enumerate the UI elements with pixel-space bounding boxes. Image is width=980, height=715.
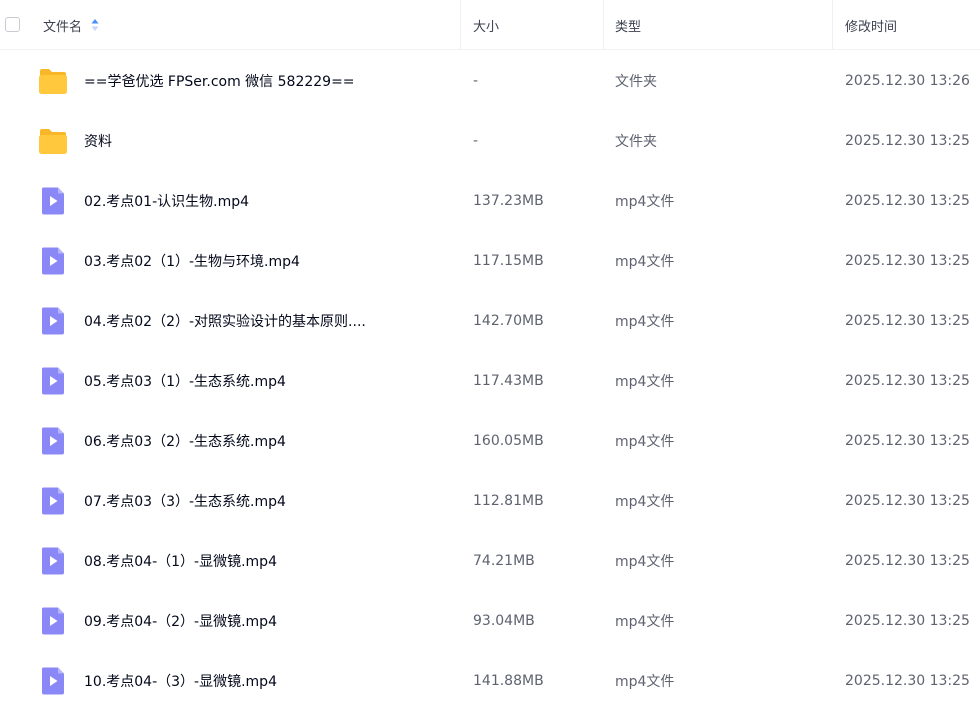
video-file-icon <box>38 427 68 455</box>
table-row[interactable]: 10.考点04-（3）-显微镜.mp4 141.88MB mp4文件 2025.12.… <box>0 651 980 711</box>
file-size: 117.43MB <box>473 373 544 389</box>
column-divider[interactable] <box>832 0 833 50</box>
video-file-icon <box>38 547 68 575</box>
file-type: 文件夹 <box>615 74 657 90</box>
file-name[interactable]: 07.考点03（3）-生态系统.mp4 <box>84 471 286 531</box>
table-row[interactable]: 07.考点03（3）-生态系统.mp4 112.81MB mp4文件 2025.12.… <box>0 471 980 531</box>
file-type: mp4文件 <box>615 494 675 510</box>
table-row[interactable]: 03.考点02（1）-生物与环境.mp4 117.15MB mp4文件 2025.12… <box>0 231 980 291</box>
file-modified-time: 2025.12.30 13:25 <box>845 493 970 509</box>
file-name[interactable]: 资料 <box>84 111 112 171</box>
file-size: - <box>473 73 479 89</box>
file-name[interactable]: 05.考点03（1）-生态系统.mp4 <box>84 351 286 411</box>
file-type: 文件夹 <box>615 134 657 150</box>
file-size: 137.23MB <box>473 193 544 209</box>
column-header-mtime[interactable]: 修改时间 <box>845 0 897 50</box>
column-header-mtime-label: 修改时间 <box>845 19 898 35</box>
column-header-name-label: 文件名 <box>43 19 83 35</box>
file-name[interactable]: 03.考点02（1）-生物与环境.mp4 <box>84 231 300 291</box>
folder-icon <box>38 127 68 155</box>
video-file-icon <box>38 187 68 215</box>
file-type: mp4文件 <box>615 614 675 630</box>
file-size: 160.05MB <box>473 433 544 449</box>
table-row[interactable]: 06.考点03（2）-生态系统.mp4 160.05MB mp4文件 2025.12.… <box>0 411 980 471</box>
column-header-size[interactable]: 大小 <box>473 0 499 50</box>
file-modified-time: 2025.12.30 13:25 <box>845 613 970 629</box>
file-name[interactable]: 06.考点03（2）-生态系统.mp4 <box>84 411 286 471</box>
file-type: mp4文件 <box>615 314 675 330</box>
file-size: - <box>473 133 479 149</box>
file-name[interactable]: 02.考点01-认识生物.mp4 <box>84 171 249 231</box>
sort-ascending-icon[interactable] <box>91 18 99 32</box>
video-file-icon <box>38 487 68 515</box>
table-row[interactable]: 09.考点04-（2）-显微镜.mp4 93.04MB mp4文件 2025.12.3… <box>0 591 980 651</box>
video-file-icon <box>38 667 68 695</box>
file-modified-time: 2025.12.30 13:25 <box>845 673 970 689</box>
file-type: mp4文件 <box>615 194 675 210</box>
file-name[interactable]: 08.考点04-（1）-显微镜.mp4 <box>84 531 277 591</box>
file-name[interactable]: 09.考点04-（2）-显微镜.mp4 <box>84 591 277 651</box>
file-modified-time: 2025.12.30 13:25 <box>845 553 970 569</box>
column-header-type-label: 类型 <box>615 19 642 35</box>
table-row[interactable]: 04.考点02（2）-对照实验设计的基本原则.... 142.70MB mp4文件 2… <box>0 291 980 351</box>
file-modified-time: 2025.12.30 13:25 <box>845 253 970 269</box>
table-row[interactable]: 02.考点01-认识生物.mp4 137.23MB mp4文件 2025.12.30 … <box>0 171 980 231</box>
file-modified-time: 2025.12.30 13:25 <box>845 373 970 389</box>
file-name[interactable]: 04.考点02（2）-对照实验设计的基本原则.... <box>84 291 366 351</box>
column-header-type[interactable]: 类型 <box>615 0 641 50</box>
file-list-header: 文件名 大小 类型 修改时间 <box>0 0 980 50</box>
video-file-icon <box>38 247 68 275</box>
file-size: 93.04MB <box>473 613 535 629</box>
column-header-name[interactable]: 文件名 <box>43 0 99 50</box>
table-row[interactable]: 资料 - 文件夹 2025.12.30 13:25 <box>0 111 980 171</box>
file-type: mp4文件 <box>615 554 675 570</box>
column-header-size-label: 大小 <box>473 19 500 35</box>
video-file-icon <box>38 367 68 395</box>
file-list: 文件名 大小 类型 修改时间 ==学爸优选 FPSer.com 微信 58222… <box>0 0 980 715</box>
video-file-icon <box>38 607 68 635</box>
select-all-checkbox[interactable] <box>5 17 20 32</box>
file-modified-time: 2025.12.30 13:25 <box>845 193 970 209</box>
file-type: mp4文件 <box>615 434 675 450</box>
file-size: 112.81MB <box>473 493 544 509</box>
table-row[interactable]: ==学爸优选 FPSer.com 微信 582229== - 文件夹 2025.12.… <box>0 51 980 111</box>
file-modified-time: 2025.12.30 13:25 <box>845 313 970 329</box>
file-modified-time: 2025.12.30 13:25 <box>845 433 970 449</box>
file-size: 117.15MB <box>473 253 544 269</box>
file-modified-time: 2025.12.30 13:26 <box>845 73 970 89</box>
file-modified-time: 2025.12.30 13:25 <box>845 133 970 149</box>
file-size: 141.88MB <box>473 673 544 689</box>
file-name[interactable]: ==学爸优选 FPSer.com 微信 582229== <box>84 51 355 111</box>
file-name[interactable]: 10.考点04-（3）-显微镜.mp4 <box>84 651 277 711</box>
file-type: mp4文件 <box>615 374 675 390</box>
file-size: 74.21MB <box>473 553 535 569</box>
column-divider[interactable] <box>460 0 461 50</box>
table-row[interactable]: 05.考点03（1）-生态系统.mp4 117.43MB mp4文件 2025.12.… <box>0 351 980 411</box>
file-type: mp4文件 <box>615 254 675 270</box>
column-divider[interactable] <box>603 0 604 50</box>
table-row[interactable]: 08.考点04-（1）-显微镜.mp4 74.21MB mp4文件 2025.12.3… <box>0 531 980 591</box>
video-file-icon <box>38 307 68 335</box>
folder-icon <box>38 67 68 95</box>
file-size: 142.70MB <box>473 313 544 329</box>
file-type: mp4文件 <box>615 674 675 690</box>
